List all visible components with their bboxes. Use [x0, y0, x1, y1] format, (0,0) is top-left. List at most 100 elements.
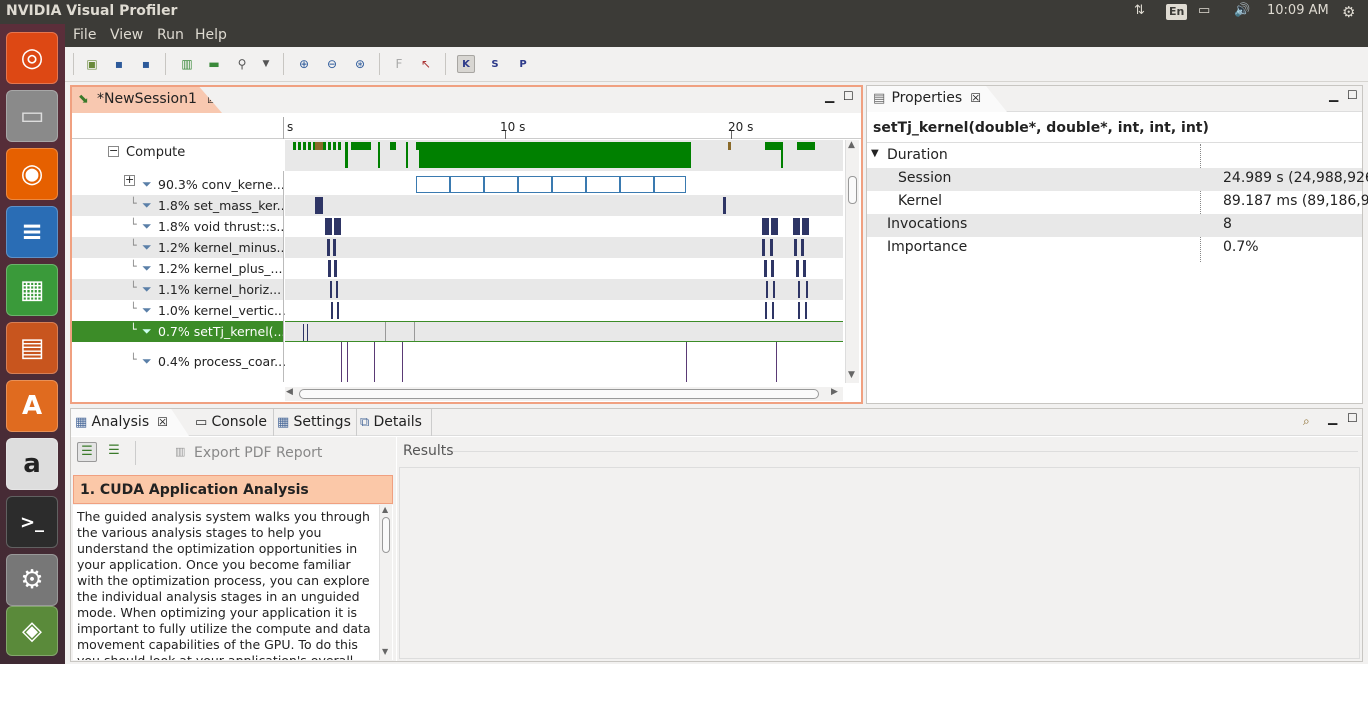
minimize-icon[interactable]: ▁ — [1329, 88, 1338, 102]
unguided-mode-icon[interactable]: ☰ — [104, 442, 124, 462]
property-row-kernel[interactable]: Kernel 89.187 ms (89,186,94 — [867, 191, 1368, 214]
settings-gear-icon[interactable]: ⚙ — [1342, 3, 1355, 21]
process-view-icon[interactable]: P — [514, 55, 532, 73]
clear-icon[interactable]: ⌕ — [1303, 414, 1310, 429]
kernel-row[interactable]: └ ⏷ 1.8% void thrust::s... — [72, 216, 288, 237]
stream-view-icon[interactable]: S — [486, 55, 504, 73]
terminal-icon[interactable]: >_ — [6, 496, 58, 548]
scroll-down-icon[interactable]: ▼ — [382, 647, 388, 656]
configure-metrics-icon[interactable]: ▬ — [205, 55, 223, 73]
system-settings-icon[interactable]: ⚙ — [6, 554, 58, 606]
generate-timeline-icon[interactable]: ▥ — [178, 55, 196, 73]
volume-icon[interactable]: 🔊 — [1234, 3, 1250, 21]
tab-settings[interactable]: ▦ Settings — [277, 414, 351, 430]
scroll-left-icon[interactable]: ◀ — [286, 387, 293, 397]
software-center-icon[interactable]: A — [6, 380, 58, 432]
launcher: ◎ ▭ ◉ ≡ ▦ ▤ A a >_ ⚙ ◈ — [0, 24, 65, 664]
firefox-icon[interactable]: ◉ — [6, 148, 58, 200]
tab-newsession1[interactable]: ⬊ *NewSession1 ☒ — [72, 87, 222, 113]
nvidia-profiler-icon[interactable]: ◈ — [6, 606, 58, 656]
analysis-section-header[interactable]: 1. CUDA Application Analysis — [73, 475, 393, 504]
menu-file[interactable]: File — [73, 27, 96, 43]
kernel-mark — [776, 342, 777, 382]
scroll-up-icon[interactable]: ▲ — [382, 505, 388, 514]
kernel-row[interactable]: └ ⏷ 1.8% set_mass_ker... — [72, 195, 289, 216]
description-scrollbar[interactable]: ▲ ▼ — [379, 505, 392, 660]
kernel-lane — [285, 321, 843, 342]
zoom-in-icon[interactable]: ⊕ — [295, 55, 313, 73]
maximize-icon[interactable]: ☐ — [1347, 411, 1358, 425]
menu-view[interactable]: View — [110, 27, 143, 43]
scroll-right-icon[interactable]: ▶ — [831, 387, 838, 397]
network-icon[interactable]: ⇅ — [1134, 3, 1145, 21]
export-pdf-button[interactable]: Export PDF Report — [194, 445, 322, 461]
maximize-icon[interactable]: ☐ — [843, 89, 854, 103]
compute-lane — [285, 140, 843, 171]
kernel-row-selected[interactable]: └ ⏷ 0.7% setTj_kernel(... — [72, 321, 285, 342]
tab-console[interactable]: ▭ Console — [195, 414, 267, 430]
ubuntu-dash-icon[interactable]: ◎ — [6, 32, 58, 84]
property-row-invocations[interactable]: Invocations 8 — [867, 214, 1362, 237]
close-icon[interactable]: ☒ — [207, 92, 218, 106]
search-metrics-icon[interactable]: ⚲ — [233, 55, 251, 73]
clear-filter-icon[interactable]: ↖ — [417, 55, 435, 73]
impress-icon[interactable]: ▤ — [6, 322, 58, 374]
zoom-out-icon[interactable]: ⊖ — [323, 55, 341, 73]
new-session-icon[interactable]: ▣ — [83, 55, 101, 73]
lane-divider — [283, 171, 284, 382]
expand-icon[interactable]: ▼ — [871, 148, 879, 159]
minimize-icon[interactable]: ▁ — [825, 89, 834, 103]
analysis-description: The guided analysis system walks you thr… — [73, 505, 393, 660]
scroll-up-icon[interactable]: ▲ — [848, 140, 855, 150]
writer-icon[interactable]: ≡ — [6, 206, 58, 258]
expand-icon[interactable]: + — [124, 174, 135, 186]
kernel-view-icon[interactable]: K — [457, 55, 475, 73]
kernel-row[interactable]: + ⏷ 90.3% conv_kerne... — [72, 174, 285, 195]
kernel-row[interactable]: └ ⏷ 1.1% kernel_horiz... — [72, 279, 283, 300]
timeline-vertical-scrollbar[interactable]: ▲ ▼ — [845, 140, 859, 383]
tab-analysis[interactable]: ▦ Analysis ☒ — [71, 409, 189, 436]
kernel-lane — [285, 300, 843, 321]
scroll-down-icon[interactable]: ▼ — [848, 370, 855, 380]
minimize-icon[interactable]: ▁ — [1328, 411, 1337, 425]
close-icon[interactable]: ☒ — [970, 91, 981, 105]
kernel-row[interactable]: └ ⏷ 1.2% kernel_minus... — [72, 237, 288, 258]
save-as-icon[interactable]: ▪ — [137, 55, 155, 73]
tab-details[interactable]: ⧉ Details — [360, 414, 422, 430]
tab-properties[interactable]: ▤ Properties ☒ — [867, 86, 1007, 112]
property-row-importance[interactable]: Importance 0.7% — [867, 237, 1362, 260]
save-icon[interactable]: ▪ — [110, 55, 128, 73]
collapse-icon[interactable]: − — [108, 145, 119, 157]
filter-icon[interactable]: F — [390, 55, 408, 73]
kernel-row[interactable]: └ ⏷ 1.2% kernel_plus_... — [72, 258, 283, 279]
compute-row[interactable]: − Compute — [72, 140, 843, 171]
compute-mark — [797, 142, 815, 150]
guided-mode-icon[interactable]: ☰ — [77, 442, 97, 462]
battery-icon[interactable]: ▭ — [1198, 3, 1210, 21]
calc-icon[interactable]: ▦ — [6, 264, 58, 316]
language-indicator[interactable]: En — [1166, 4, 1188, 20]
maximize-icon[interactable]: ☐ — [1347, 88, 1358, 102]
clock[interactable]: 10:09 AM — [1267, 3, 1329, 21]
chevron-down-icon[interactable]: ▼ — [257, 55, 275, 73]
kernel-row[interactable]: └ ⏷ 0.4% process_coar... — [72, 342, 286, 382]
property-row-duration[interactable]: ▼ Duration — [867, 145, 1362, 168]
menu-run[interactable]: Run — [157, 27, 184, 43]
timeline-horizontal-scrollbar[interactable]: ◀ ▶ — [285, 387, 843, 401]
scrollbar-thumb[interactable] — [382, 517, 390, 553]
files-icon[interactable]: ▭ — [6, 90, 58, 142]
kernel-mark — [762, 239, 765, 256]
kernel-mark — [307, 324, 308, 341]
scrollbar-thumb[interactable] — [848, 176, 857, 204]
property-value: 0.7% — [1223, 239, 1259, 255]
properties-tab-label: Properties — [891, 90, 963, 106]
kernel-row[interactable]: └ ⏷ 1.0% kernel_vertic... — [72, 300, 286, 321]
property-row-session[interactable]: Session 24.989 s (24,988,926 — [867, 168, 1368, 191]
scrollbar-thumb[interactable] — [299, 389, 819, 399]
menu-help[interactable]: Help — [195, 27, 227, 43]
zoom-fit-icon[interactable]: ⊛ — [351, 55, 369, 73]
amazon-icon[interactable]: a — [6, 438, 58, 490]
session-tab-label: *NewSession1 — [97, 91, 197, 107]
details-icon: ⧉ — [360, 415, 370, 430]
close-icon[interactable]: ☒ — [157, 415, 168, 429]
